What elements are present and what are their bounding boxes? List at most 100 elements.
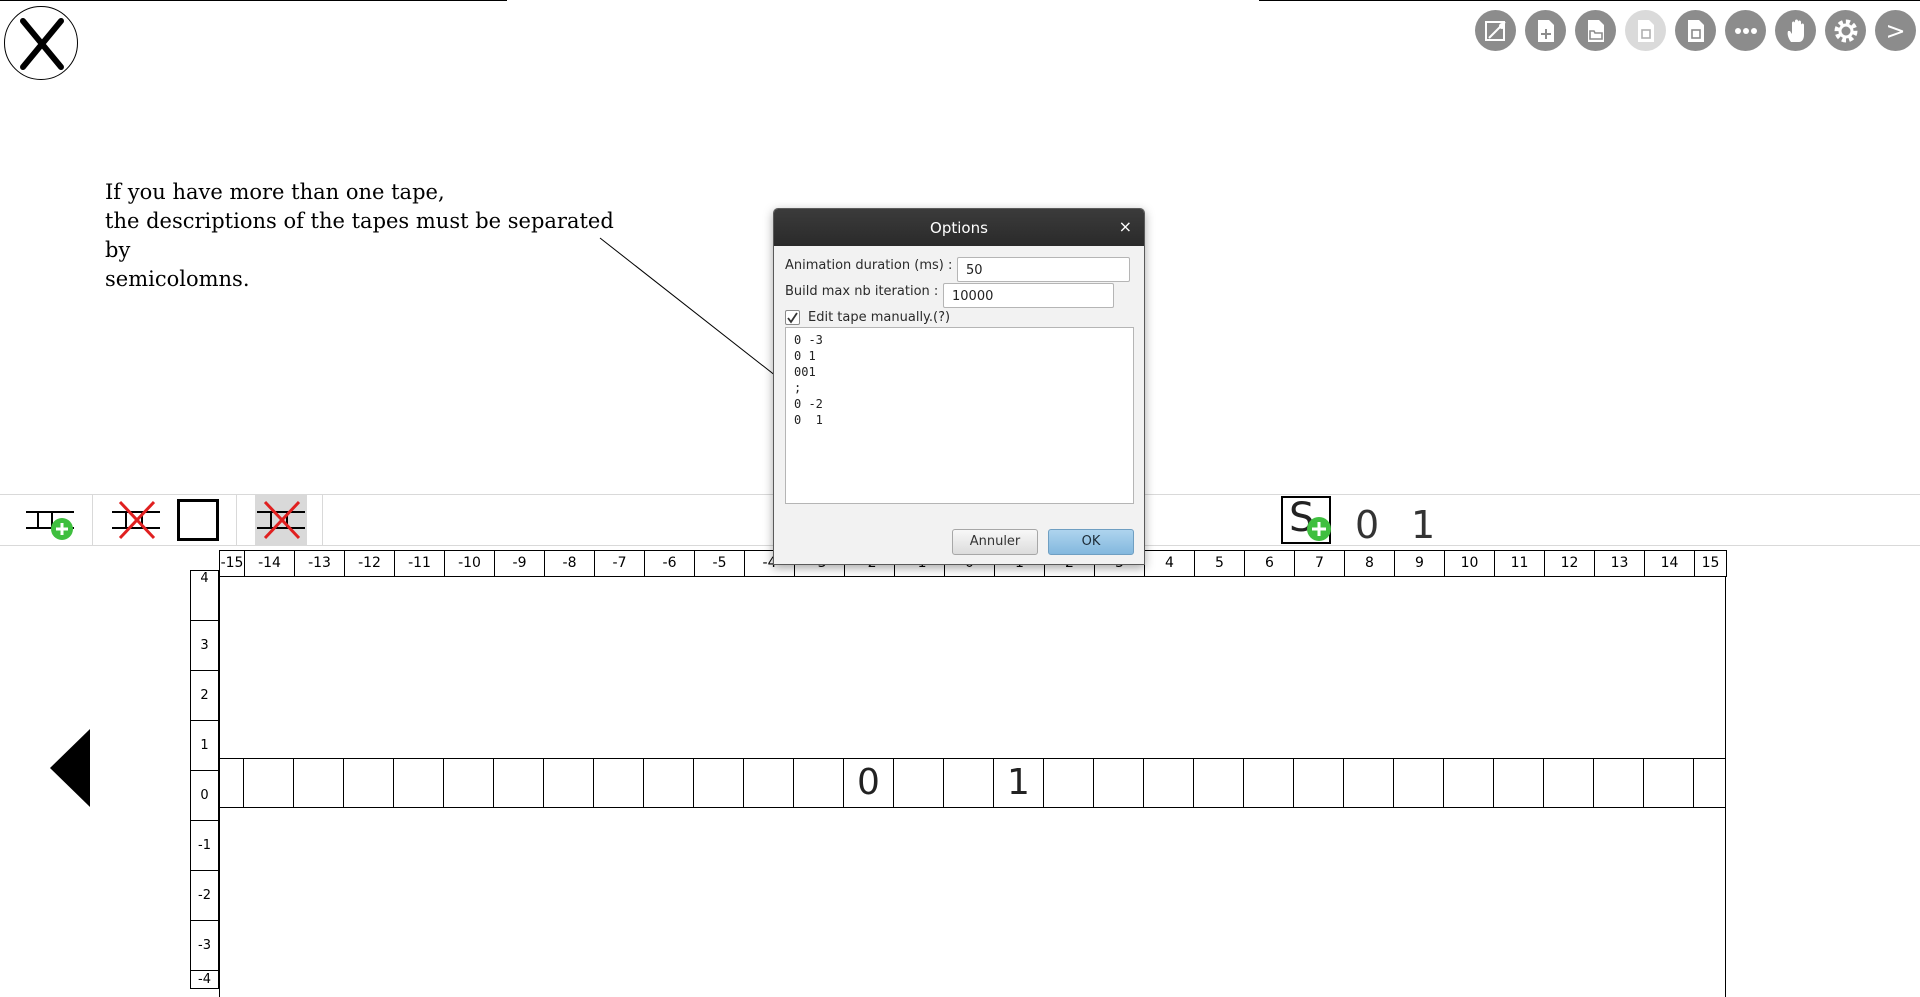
options-dialog: Options × Animation duration (ms) : 50 B… (773, 208, 1145, 565)
main-toolbar: > (1475, 10, 1916, 52)
column-header: 10 (1444, 550, 1495, 577)
remove-head-icon (257, 500, 305, 540)
tape-row: 01 (219, 758, 1726, 808)
add-symbol-button[interactable]: S (1281, 495, 1331, 544)
edit-tape-label[interactable]: Edit tape manually.(?) (808, 310, 950, 325)
row-header: -1 (190, 820, 219, 871)
tape-cell[interactable]: 0 (844, 759, 894, 807)
tape-cell[interactable] (1694, 759, 1726, 807)
palette-separator (92, 495, 93, 545)
palette-separator (236, 495, 237, 545)
tape-cell[interactable] (394, 759, 444, 807)
blank-symbol-button[interactable] (177, 499, 219, 541)
save-as-icon (1687, 19, 1704, 42)
row-header: 2 (190, 670, 219, 721)
column-header: -9 (494, 550, 545, 577)
row-header: -3 (190, 920, 219, 971)
draw-button[interactable] (1475, 10, 1516, 51)
save-as-button[interactable] (1675, 10, 1716, 51)
column-header: 15 (1694, 550, 1727, 577)
new-file-button[interactable] (1525, 10, 1566, 51)
tape-cell[interactable] (544, 759, 594, 807)
column-header: -15 (219, 550, 245, 577)
top-divider-right (1259, 0, 1920, 1)
remove-head-button[interactable] (255, 495, 307, 545)
tape-description-textarea[interactable]: 0 -3 0 1 001 ; 0 -2 0 1 (785, 327, 1134, 504)
tape-cell[interactable] (894, 759, 944, 807)
tape-cell[interactable] (1144, 759, 1194, 807)
tape-cell[interactable] (1094, 759, 1144, 807)
tape-cell[interactable] (744, 759, 794, 807)
row-header: -2 (190, 870, 219, 921)
column-header: 12 (1544, 550, 1595, 577)
more-button[interactable] (1725, 10, 1766, 51)
dialog-title: Options (930, 219, 988, 237)
open-folder-icon (1587, 19, 1604, 42)
next-icon: > (1885, 16, 1906, 45)
top-divider-left (0, 0, 507, 1)
tape-cell[interactable] (494, 759, 544, 807)
tape-cell[interactable] (694, 759, 744, 807)
column-header: 5 (1194, 550, 1245, 577)
tape-cell[interactable] (444, 759, 494, 807)
remove-tape-button[interactable] (108, 495, 164, 545)
tape-cell[interactable] (1494, 759, 1544, 807)
tape-cell[interactable] (244, 759, 294, 807)
animation-duration-input[interactable]: 50 (957, 257, 1130, 282)
annotation-note: If you have more than one tape, the desc… (105, 180, 614, 291)
column-header: 14 (1644, 550, 1695, 577)
hand-tool-button[interactable] (1775, 10, 1816, 51)
next-button[interactable]: > (1875, 10, 1916, 51)
edit-tape-checkbox[interactable] (785, 310, 800, 325)
close-button[interactable] (4, 6, 78, 80)
row-header: 1 (190, 720, 219, 771)
settings-icon (1834, 19, 1857, 42)
column-header: 8 (1344, 550, 1395, 577)
tape-cell[interactable] (1044, 759, 1094, 807)
column-header: 6 (1244, 550, 1295, 577)
tape-cell[interactable] (1594, 759, 1644, 807)
tape-cell[interactable] (1344, 759, 1394, 807)
column-header: 7 (1294, 550, 1345, 577)
tape-cell[interactable] (1194, 759, 1244, 807)
tape-cell[interactable] (1444, 759, 1494, 807)
add-tape-button[interactable] (22, 495, 78, 545)
tape-cell[interactable] (1644, 759, 1694, 807)
add-symbol-icon (1307, 517, 1331, 541)
more-icon (1734, 27, 1757, 34)
palette-symbol[interactable]: 1 (1411, 503, 1435, 547)
column-header: 13 (1594, 550, 1645, 577)
palette-symbol[interactable]: 0 (1355, 503, 1379, 547)
tape-cell[interactable] (1394, 759, 1444, 807)
column-header: 9 (1394, 550, 1445, 577)
column-header: -6 (644, 550, 695, 577)
ok-button[interactable]: OK (1048, 529, 1134, 555)
column-header: -11 (394, 550, 445, 577)
column-header: 4 (1144, 550, 1195, 577)
open-folder-button[interactable] (1575, 10, 1616, 51)
column-header: 11 (1494, 550, 1545, 577)
remove-tape-icon (112, 500, 160, 540)
tape-cell[interactable] (1294, 759, 1344, 807)
tape-cell[interactable] (794, 759, 844, 807)
scroll-left-arrow-icon[interactable] (48, 727, 92, 809)
column-header: -12 (344, 550, 395, 577)
build-max-iteration-input[interactable]: 10000 (943, 283, 1114, 308)
column-header: -10 (444, 550, 495, 577)
save-button[interactable] (1625, 10, 1666, 51)
tape-cell[interactable] (944, 759, 994, 807)
dialog-title-bar: Options × (774, 209, 1144, 246)
tape-cell[interactable] (1544, 759, 1594, 807)
tape-cell[interactable] (594, 759, 644, 807)
tape-cell[interactable] (344, 759, 394, 807)
tape-cell[interactable] (294, 759, 344, 807)
tape-cell[interactable]: 1 (994, 759, 1044, 807)
settings-button[interactable] (1825, 10, 1866, 51)
tape-cell[interactable] (219, 759, 244, 807)
dialog-close-icon[interactable]: × (1119, 217, 1132, 236)
cancel-button[interactable]: Annuler (952, 529, 1038, 555)
palette-separator (322, 495, 323, 545)
tape-cell[interactable] (1244, 759, 1294, 807)
tape-cell[interactable] (644, 759, 694, 807)
column-header: -14 (244, 550, 295, 577)
